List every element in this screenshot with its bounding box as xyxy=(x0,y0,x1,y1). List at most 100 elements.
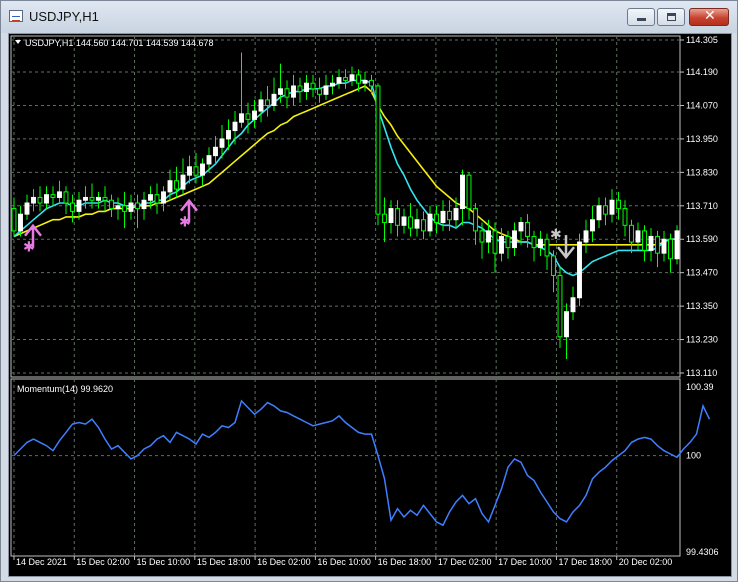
candle-bull xyxy=(583,230,589,243)
time-tick-label: 17 Dec 18:00 xyxy=(558,557,612,567)
chart-canvas[interactable]: ✱✱✱ 114.305114.190114.070113.950113.8301… xyxy=(9,34,731,576)
candle-bull xyxy=(278,88,283,95)
momentum-indicator xyxy=(13,399,711,527)
candle-bull xyxy=(538,238,543,249)
slow-moving-average-line xyxy=(13,85,677,246)
candle-bull xyxy=(362,79,368,84)
candle-bull xyxy=(141,199,147,210)
time-tick-label: 15 Dec 02:00 xyxy=(76,557,130,567)
candle-bull xyxy=(206,155,212,165)
candle-bear xyxy=(37,196,43,204)
time-tick-label: 14 Dec 2021 xyxy=(16,557,67,567)
candle-bear xyxy=(408,216,413,229)
sell-star-icon: ✱ xyxy=(550,227,562,243)
candle-bear xyxy=(102,196,108,201)
time-tick-label: 17 Dec 10:00 xyxy=(498,557,552,567)
candle-bull xyxy=(213,146,218,157)
momentum-tick-label: 100.39 xyxy=(686,382,714,392)
candle-bear xyxy=(447,210,452,221)
price-tick-label: 113.590 xyxy=(686,234,718,244)
time-tick-label: 16 Dec 10:00 xyxy=(317,557,371,567)
minimize-button[interactable] xyxy=(627,8,655,26)
candle-bear xyxy=(473,208,478,232)
candle-bull xyxy=(239,113,244,123)
candle-bull xyxy=(226,130,231,140)
candle-bull xyxy=(661,238,667,254)
candle-bear xyxy=(154,194,160,204)
candle-bear xyxy=(531,235,537,249)
candle-bull xyxy=(323,85,329,95)
candle-bear xyxy=(109,199,114,210)
candle-bull xyxy=(401,216,407,226)
candle-bear xyxy=(135,202,140,210)
candle-bull xyxy=(596,205,602,221)
maximize-button[interactable] xyxy=(657,8,685,26)
candle-bull xyxy=(219,138,225,148)
price-tick-label: 113.470 xyxy=(686,268,718,278)
candle-bull xyxy=(148,194,153,201)
candle-bull xyxy=(590,219,595,232)
candle-bull xyxy=(304,82,309,93)
candle-bull xyxy=(388,208,394,224)
axes: 114.305 114.190 114.070 113.950 113.830 113.7… xyxy=(13,35,719,567)
minimize-icon xyxy=(637,18,646,21)
candle-bear xyxy=(642,230,647,251)
close-button[interactable]: ✕ xyxy=(689,8,729,26)
candle-bear xyxy=(551,255,556,276)
chart-header: USDJPY,H1 144.560 144.701 144.539 144.67… xyxy=(25,38,214,48)
chart-area[interactable]: ✱ ✱ ✱ 114.305 114.190 114.070 113.950 113.830 1… xyxy=(8,33,732,577)
candle-bull xyxy=(512,230,517,249)
buy-star-icon: ✱ xyxy=(179,215,191,231)
price-tick-label: 113.110 xyxy=(686,368,717,378)
candle-bear xyxy=(622,208,628,226)
candle-bull xyxy=(161,191,166,204)
candle-bull xyxy=(271,93,277,106)
candle-bear xyxy=(50,194,56,198)
candle-bear xyxy=(63,191,69,204)
close-icon: ✕ xyxy=(704,8,716,24)
candle-bear xyxy=(421,219,426,232)
chart-menu-icon[interactable] xyxy=(15,40,21,44)
candle-bull xyxy=(414,219,420,229)
candle-bull xyxy=(252,110,257,120)
candle-bull xyxy=(200,163,205,176)
candle-bear xyxy=(122,205,127,212)
candle-bear xyxy=(557,274,563,338)
time-tick-label: 17 Dec 02:00 xyxy=(438,557,492,567)
momentum-line xyxy=(13,399,711,527)
time-tick-label: 16 Dec 02:00 xyxy=(257,557,311,567)
chart-window-icon[interactable] xyxy=(9,10,23,22)
candle-bull xyxy=(96,196,101,201)
candle-bear xyxy=(479,230,485,243)
candle-bull xyxy=(427,213,433,232)
candle-bull xyxy=(577,241,582,299)
candle-bull xyxy=(258,99,264,112)
candle-bear xyxy=(317,88,322,95)
candle-bear xyxy=(395,208,400,226)
price-tick-label: 113.950 xyxy=(686,134,718,144)
candle-bull xyxy=(57,191,62,198)
candle-bear xyxy=(343,77,348,81)
candle-bear xyxy=(655,235,660,254)
candle-bull xyxy=(232,121,238,132)
price-tick-label: 114.070 xyxy=(686,100,718,110)
title-bar[interactable]: USDJPY,H1 ✕ xyxy=(1,1,737,33)
candle-bear xyxy=(375,85,381,215)
candle-bull xyxy=(460,174,465,210)
buy-star-icon: ✱ xyxy=(23,240,35,256)
time-tick-label: 15 Dec 10:00 xyxy=(137,557,191,567)
candle-bull xyxy=(180,174,186,190)
price-tick-label: 114.305 xyxy=(686,35,718,45)
candle-bear xyxy=(284,88,290,98)
candle-bear xyxy=(505,235,511,249)
signal-arrows: ✱ ✱ ✱ xyxy=(23,198,575,260)
candle-bear xyxy=(525,222,530,237)
candle-bear xyxy=(310,82,316,90)
candle-bull xyxy=(24,202,30,215)
price-tick-label: 113.350 xyxy=(686,301,718,311)
candle-bull xyxy=(330,82,335,87)
candle-bear xyxy=(544,238,550,257)
candle-bear xyxy=(668,238,673,260)
candle-bull xyxy=(648,235,654,251)
momentum-tick-label: 99.4306 xyxy=(686,547,719,557)
